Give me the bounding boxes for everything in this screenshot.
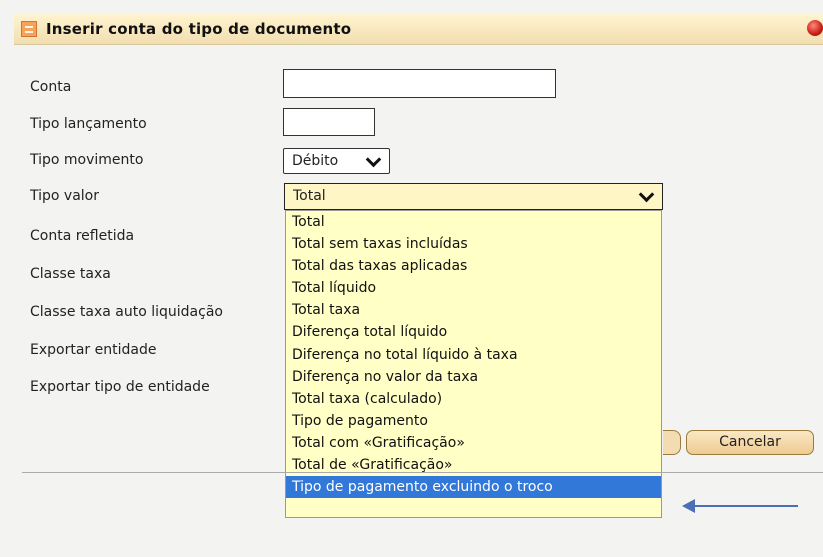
label-classe-taxa-auto-liquidacao: Classe taxa auto liquidação xyxy=(30,304,223,320)
option-total-com-gratificacao[interactable]: Total com «Gratificação» xyxy=(286,432,661,454)
option-tipo-de-pagamento-excluindo-o-troco[interactable]: Tipo de pagamento excluindo o troco xyxy=(286,476,661,499)
option-total[interactable]: Total xyxy=(286,211,661,233)
option-tipo-de-pagamento[interactable]: Tipo de pagamento xyxy=(286,410,661,432)
option-total-liquido[interactable]: Total líquido xyxy=(286,277,661,299)
option-total-taxa[interactable]: Total taxa xyxy=(286,299,661,321)
cancel-button[interactable]: Cancelar xyxy=(686,430,814,455)
annotation-arrow-line xyxy=(693,505,798,507)
close-icon[interactable] xyxy=(807,20,823,36)
label-exportar-tipo-de-entidade: Exportar tipo de entidade xyxy=(30,379,210,395)
label-tipo-lancamento: Tipo lançamento xyxy=(30,116,147,132)
tipo-movimento-select[interactable]: Débito xyxy=(283,148,390,174)
option-diferenca-total-liquido-a-taxa[interactable]: Diferença no total líquido à taxa xyxy=(286,344,661,366)
document-icon xyxy=(21,21,37,37)
label-tipo-movimento: Tipo movimento xyxy=(30,152,144,168)
dialog-title: Inserir conta do tipo de documento xyxy=(46,20,352,38)
label-conta: Conta xyxy=(30,79,72,95)
tipo-valor-select[interactable]: Total xyxy=(284,183,663,210)
label-classe-taxa: Classe taxa xyxy=(30,266,111,282)
chevron-down-icon xyxy=(365,151,382,168)
label-exportar-entidade: Exportar entidade xyxy=(30,342,157,358)
option-total-das-taxas-aplicadas[interactable]: Total das taxas aplicadas xyxy=(286,255,661,277)
ok-button-partial[interactable] xyxy=(663,430,681,455)
option-diferenca-total-liquido[interactable]: Diferença total líquido xyxy=(286,321,661,343)
footer-divider xyxy=(22,472,823,473)
tipo-valor-value: Total xyxy=(293,188,326,204)
label-conta-refletida: Conta refletida xyxy=(30,228,135,244)
option-total-taxa-calculado[interactable]: Total taxa (calculado) xyxy=(286,388,661,410)
chevron-down-icon xyxy=(638,186,655,203)
option-diferenca-valor-da-taxa[interactable]: Diferença no valor da taxa xyxy=(286,366,661,388)
tipo-movimento-value: Débito xyxy=(292,153,339,169)
dialog-titlebar: Inserir conta do tipo de documento xyxy=(14,14,823,45)
tipo-lancamento-input[interactable] xyxy=(283,108,375,136)
conta-input[interactable] xyxy=(283,69,556,98)
label-tipo-valor: Tipo valor xyxy=(30,188,99,204)
option-total-sem-taxas-incluidas[interactable]: Total sem taxas incluídas xyxy=(286,233,661,255)
